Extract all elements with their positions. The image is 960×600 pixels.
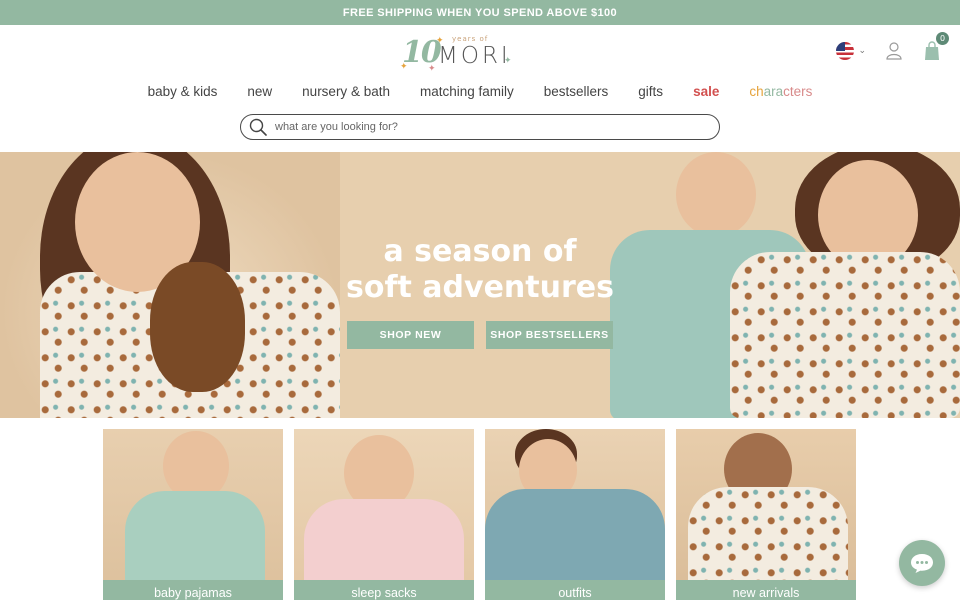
star-icon: ✦ [436, 36, 444, 46]
star-icon: ✦ [428, 64, 436, 74]
cart-count-badge: 0 [936, 32, 949, 45]
nav-nursery-bath[interactable]: nursery & bath [302, 84, 390, 99]
category-card-outfits[interactable]: outfits [485, 429, 665, 600]
logo-subtitle: years of [452, 35, 489, 43]
hero-cta-group: SHOP NEW SHOP BESTSELLERS [347, 321, 613, 349]
category-image [485, 429, 665, 600]
star-icon: ✦ [400, 62, 408, 72]
shopping-bag-icon [925, 41, 939, 60]
search-input[interactable] [275, 121, 705, 133]
shop-new-button[interactable]: SHOP NEW [347, 321, 474, 349]
promo-banner: FREE SHIPPING WHEN YOU SPEND ABOVE $100 [0, 0, 960, 25]
locale-selector[interactable]: ⌄ [836, 42, 866, 60]
category-card-sleep-sacks[interactable]: sleep sacks [294, 429, 474, 600]
cart-button[interactable]: 0 [922, 32, 949, 62]
header-actions: ⌄ 0 [836, 32, 949, 62]
main-navigation: baby & kids new nursery & bath matching … [0, 84, 960, 99]
category-label: new arrivals [676, 580, 856, 600]
category-card-baby-pajamas[interactable]: baby pajamas [103, 429, 283, 600]
hero-baby-face [676, 152, 756, 237]
nav-bestsellers[interactable]: bestsellers [544, 84, 609, 99]
category-grid: baby pajamas sleep sacks outfits new arr… [103, 429, 856, 600]
hero-title: a season of soft adventures [330, 234, 630, 306]
nav-matching-family[interactable]: matching family [420, 84, 514, 99]
hero-title-line1: a season of [383, 234, 577, 269]
nav-baby-kids[interactable]: baby & kids [148, 84, 218, 99]
chat-bubble-icon [911, 554, 933, 573]
hero-banner: a season of soft adventures SHOP NEW SHO… [0, 152, 960, 418]
star-icon: ✦ [504, 56, 512, 66]
category-image [676, 429, 856, 600]
logo-name: MORI [438, 43, 511, 69]
category-image [103, 429, 283, 600]
hero-image-left [0, 152, 340, 418]
category-card-new-arrivals[interactable]: new arrivals [676, 429, 856, 600]
category-image [294, 429, 474, 600]
nav-sale[interactable]: sale [693, 84, 719, 99]
teddy-bear [150, 262, 245, 392]
nav-new[interactable]: new [247, 84, 272, 99]
nav-characters[interactable]: characters [749, 84, 812, 99]
nav-gifts[interactable]: gifts [638, 84, 663, 99]
category-label: baby pajamas [103, 580, 283, 600]
search-icon [249, 118, 267, 136]
category-label: sleep sacks [294, 580, 474, 600]
search-bar[interactable] [240, 114, 720, 140]
hero-baby2-pajamas [730, 252, 960, 418]
brand-logo[interactable]: 10 years of MORI ✦ ✦ ✦ ✦ [398, 34, 514, 76]
hero-title-line2: soft adventures [346, 270, 614, 305]
category-label: outfits [485, 580, 665, 600]
chat-button[interactable] [899, 540, 945, 586]
shop-bestsellers-button[interactable]: SHOP BESTSELLERS [486, 321, 613, 349]
us-flag-icon [836, 42, 855, 60]
chevron-down-icon: ⌄ [858, 46, 866, 56]
promo-text: FREE SHIPPING WHEN YOU SPEND ABOVE $100 [342, 6, 618, 19]
account-button[interactable] [884, 40, 904, 62]
user-icon [886, 42, 902, 60]
